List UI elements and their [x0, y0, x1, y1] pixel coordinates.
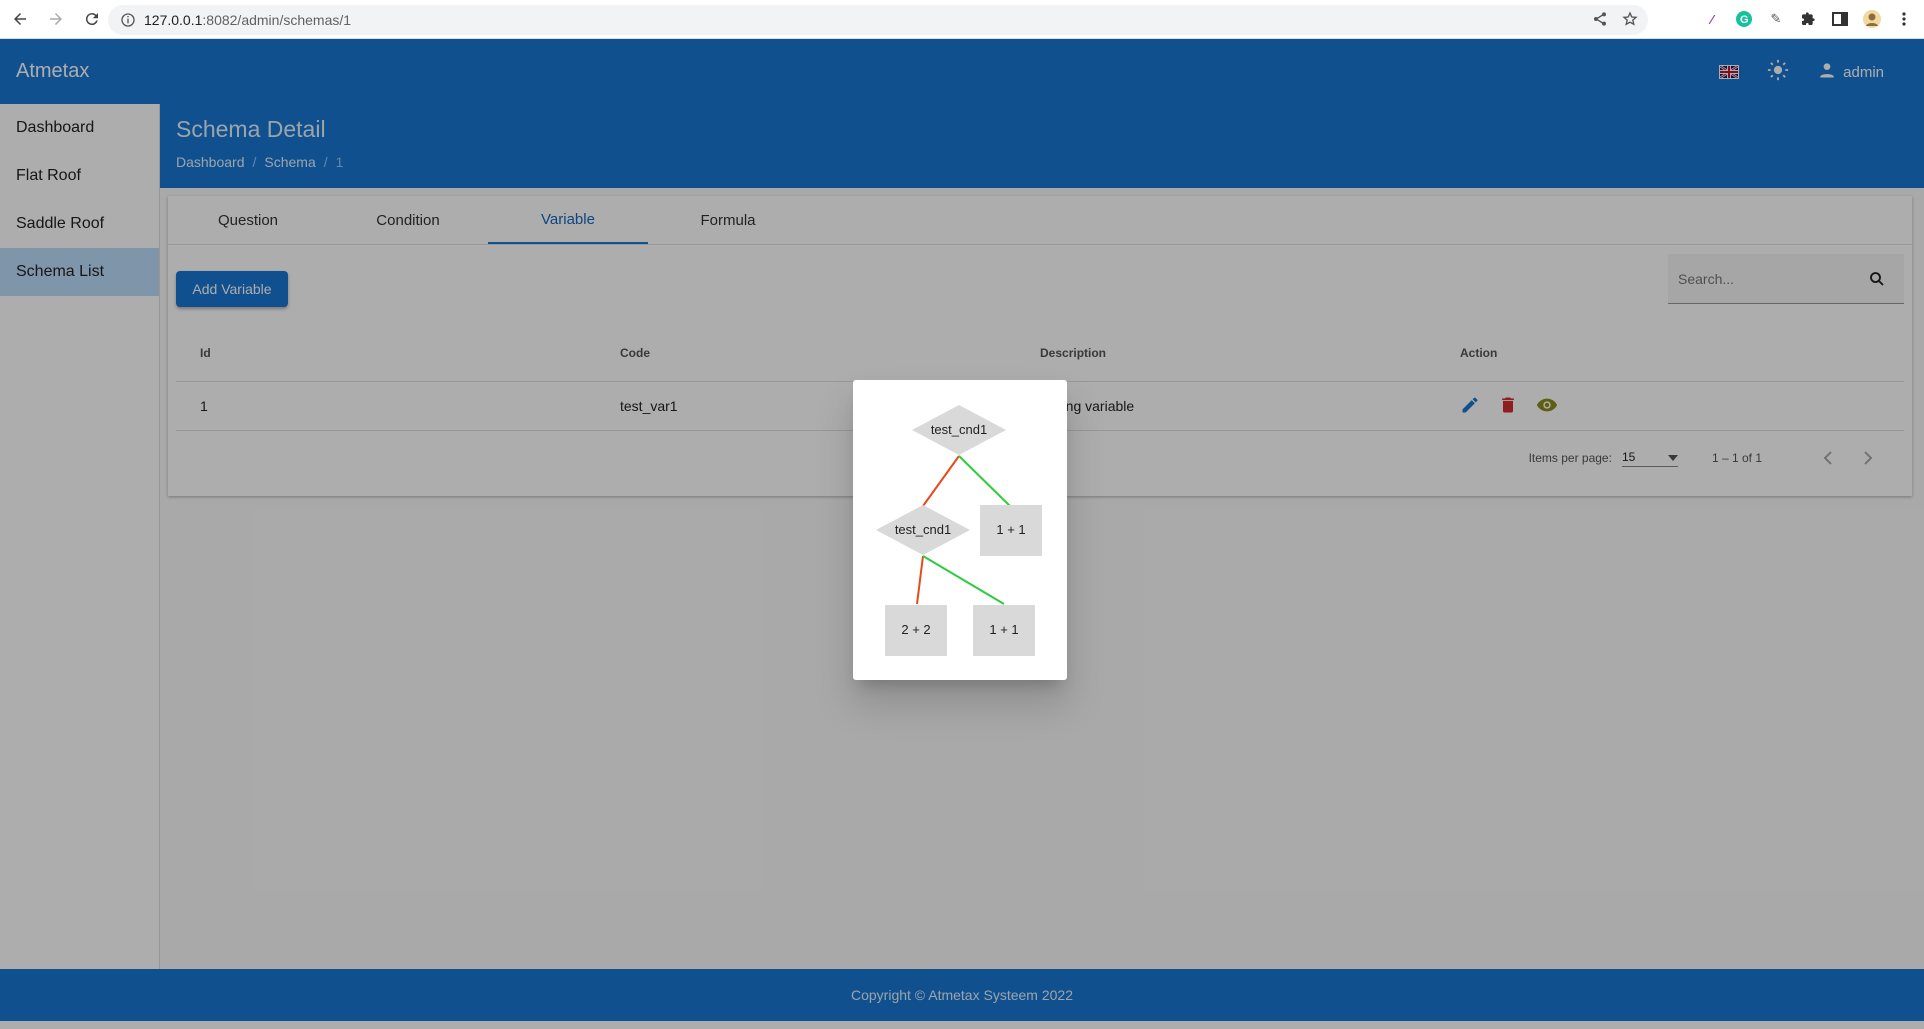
edge-root-false: [922, 455, 960, 507]
pen-extension-icon[interactable]: ∕: [1702, 9, 1722, 29]
bookmark-star-icon[interactable]: [1622, 11, 1638, 30]
formula-label-bottom-right: 1 + 1: [989, 622, 1018, 637]
formula-label-bottom-left: 2 + 2: [901, 622, 930, 637]
browser-toolbar: 127.0.0.1:8082/admin/schemas/1 ∕ G ✎: [0, 0, 1924, 39]
url-path: :8082/admin/schemas/1: [202, 12, 352, 28]
grammarly-extension-icon[interactable]: G: [1734, 9, 1754, 29]
schema-tree-dialog: test_cnd1 test_cnd1 1 + 1 2 + 2 1 + 1: [853, 380, 1067, 680]
root-condition-label: test_cnd1: [931, 422, 987, 437]
url-host: 127.0.0.1: [144, 12, 203, 28]
forward-icon[interactable]: [40, 3, 72, 35]
share-icon[interactable]: [1592, 11, 1608, 30]
edge-child-true: [922, 555, 1005, 605]
extensions-puzzle-icon[interactable]: [1798, 9, 1818, 29]
edge-root-true: [958, 455, 1011, 507]
eyedropper-extension-icon[interactable]: ✎: [1766, 9, 1786, 29]
edge-child-false: [916, 555, 924, 605]
side-panel-icon[interactable]: [1830, 9, 1850, 29]
site-info-icon[interactable]: [120, 12, 136, 28]
formula-label-right-top: 1 + 1: [996, 522, 1025, 537]
decision-tree-diagram: test_cnd1 test_cnd1 1 + 1 2 + 2 1 + 1: [876, 405, 1042, 656]
browser-menu-icon[interactable]: [1894, 9, 1914, 29]
back-icon[interactable]: [4, 3, 36, 35]
svg-text:G: G: [1740, 14, 1749, 26]
profile-avatar-icon[interactable]: [1862, 9, 1882, 29]
address-bar[interactable]: 127.0.0.1:8082/admin/schemas/1: [108, 5, 1648, 35]
reload-icon[interactable]: [76, 3, 108, 35]
child-condition-label: test_cnd1: [895, 522, 951, 537]
